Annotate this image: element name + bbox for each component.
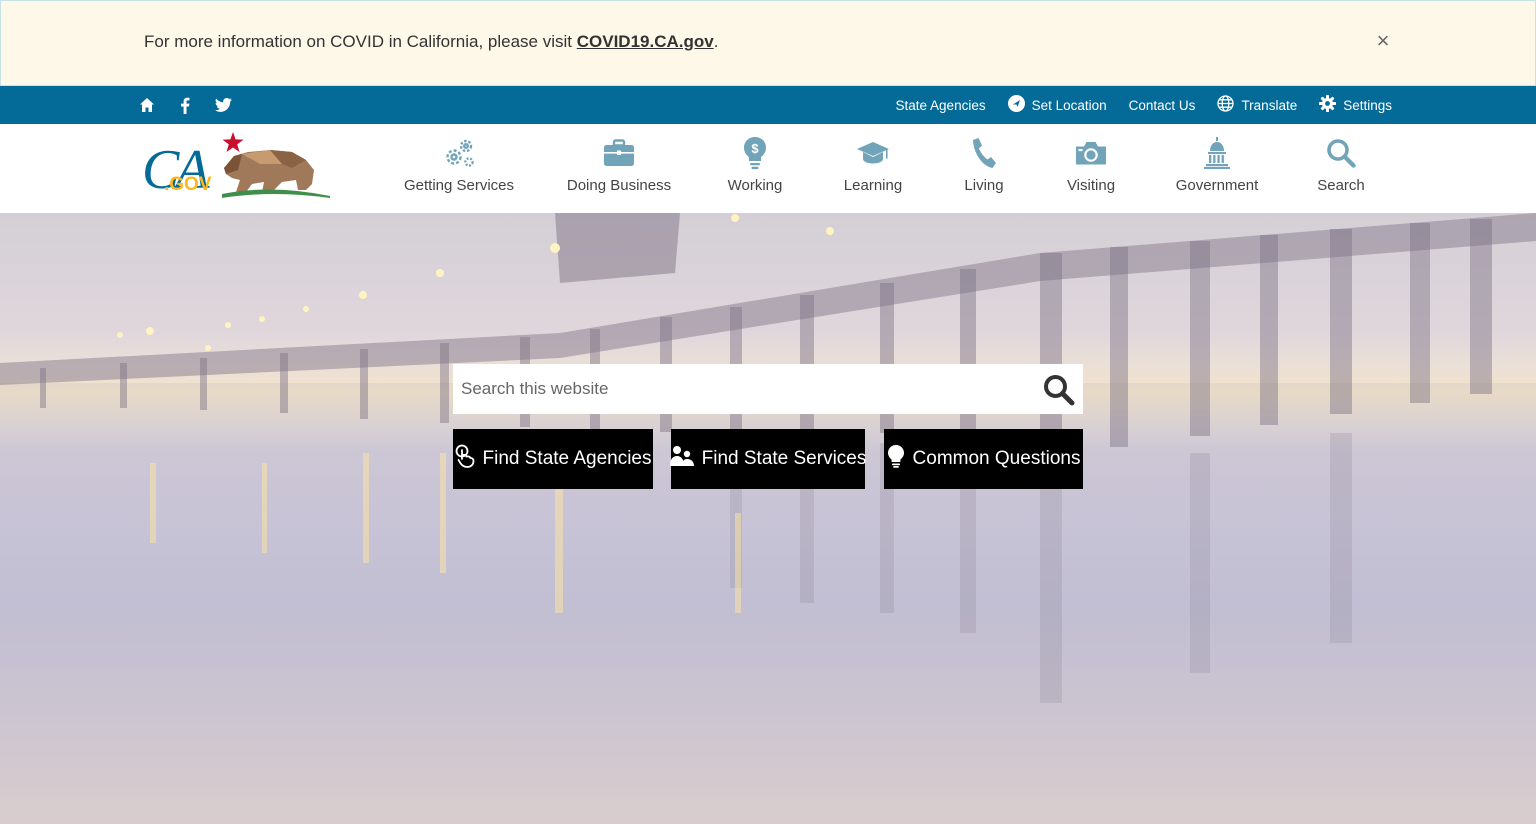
nav-search[interactable]: Search [1286, 124, 1396, 213]
facebook-icon[interactable] [176, 96, 194, 114]
graduation-cap-icon [856, 137, 890, 169]
nav-label: Living [964, 177, 1004, 194]
close-alert-button[interactable]: × [1373, 29, 1393, 53]
nav-label: Working [727, 177, 783, 194]
nav-government[interactable]: Government [1148, 124, 1286, 213]
site-search-input[interactable] [453, 364, 1023, 414]
capitol-icon [1204, 137, 1230, 169]
site-search [453, 364, 1083, 414]
nav-label: Learning [843, 177, 903, 194]
people-icon [669, 445, 694, 473]
main-nav: Getting Services Doing Business $ Workin… [378, 124, 1396, 213]
set-location-link[interactable]: Set Location [1007, 95, 1107, 115]
nav-label: Government [1175, 177, 1259, 194]
covid-alert-banner: For more information on COVID in Califor… [0, 0, 1536, 86]
gear-icon [1319, 95, 1337, 115]
nav-living[interactable]: Living [934, 124, 1034, 213]
main-header: CA .GOV Getting Services Doing Business … [0, 124, 1536, 213]
social-links [138, 86, 232, 124]
translate-label: Translate [1241, 97, 1298, 113]
ca-gov-logo[interactable]: CA .GOV [142, 130, 332, 201]
search-icon [1326, 137, 1356, 169]
translate-button[interactable]: Translate [1217, 95, 1297, 115]
state-agencies-link[interactable]: State Agencies [896, 98, 986, 113]
alert-message: For more information on COVID in Califor… [144, 32, 718, 52]
nav-label: Visiting [1066, 177, 1116, 194]
find-state-services-label: Find State Services [701, 448, 867, 469]
nav-doing-business[interactable]: Doing Business [540, 124, 698, 213]
nav-learning[interactable]: Learning [812, 124, 934, 213]
nav-visiting[interactable]: Visiting [1034, 124, 1148, 213]
find-state-agencies-button[interactable]: Find State Agencies [453, 429, 653, 489]
briefcase-icon [603, 137, 635, 169]
globe-icon [1217, 95, 1235, 115]
nav-working[interactable]: $ Working [698, 124, 812, 213]
contact-us-link[interactable]: Contact Us [1129, 98, 1196, 113]
phone-icon [971, 137, 997, 169]
nav-label: Getting Services [403, 177, 515, 194]
pier-background-image [0, 213, 1536, 824]
touch-icon [455, 444, 475, 474]
settings-button[interactable]: Settings [1319, 95, 1392, 115]
hero-section: Find State Agencies Find State Services … [0, 213, 1536, 824]
svg-text:$: $ [751, 141, 759, 156]
nav-getting-services[interactable]: Getting Services [378, 124, 540, 213]
settings-label: Settings [1343, 97, 1392, 113]
lightbulb-icon [887, 444, 905, 474]
bear-icon [224, 150, 314, 192]
set-location-label: Set Location [1031, 97, 1107, 113]
contact-us-label: Contact Us [1128, 97, 1196, 113]
utility-bar: State Agencies Set Location Contact Us T… [0, 86, 1536, 124]
site-search-submit-button[interactable] [1043, 374, 1075, 406]
find-state-agencies-label: Find State Agencies [482, 448, 652, 469]
nav-label: Doing Business [566, 177, 672, 194]
money-bulb-icon: $ [743, 137, 767, 170]
twitter-icon[interactable] [214, 96, 232, 114]
find-state-services-button[interactable]: Find State Services [669, 429, 867, 489]
location-icon [1007, 95, 1025, 115]
covid-link[interactable]: COVID19.CA.gov [577, 32, 714, 51]
star-icon [222, 132, 244, 152]
common-questions-button[interactable]: Common Questions [884, 429, 1083, 489]
gears-icon [442, 137, 476, 169]
state-agencies-label: State Agencies [895, 97, 986, 113]
common-questions-label: Common Questions [912, 448, 1081, 469]
utility-links: State Agencies Set Location Contact Us T… [896, 86, 1392, 124]
search-icon [1044, 375, 1075, 406]
logo-gov-text: .GOV [164, 174, 212, 195]
camera-icon [1074, 137, 1108, 169]
alert-message-text: For more information on COVID in Califor… [144, 32, 577, 51]
home-icon[interactable] [138, 96, 156, 114]
nav-label: Search [1317, 177, 1365, 194]
alert-suffix: . [713, 32, 719, 51]
